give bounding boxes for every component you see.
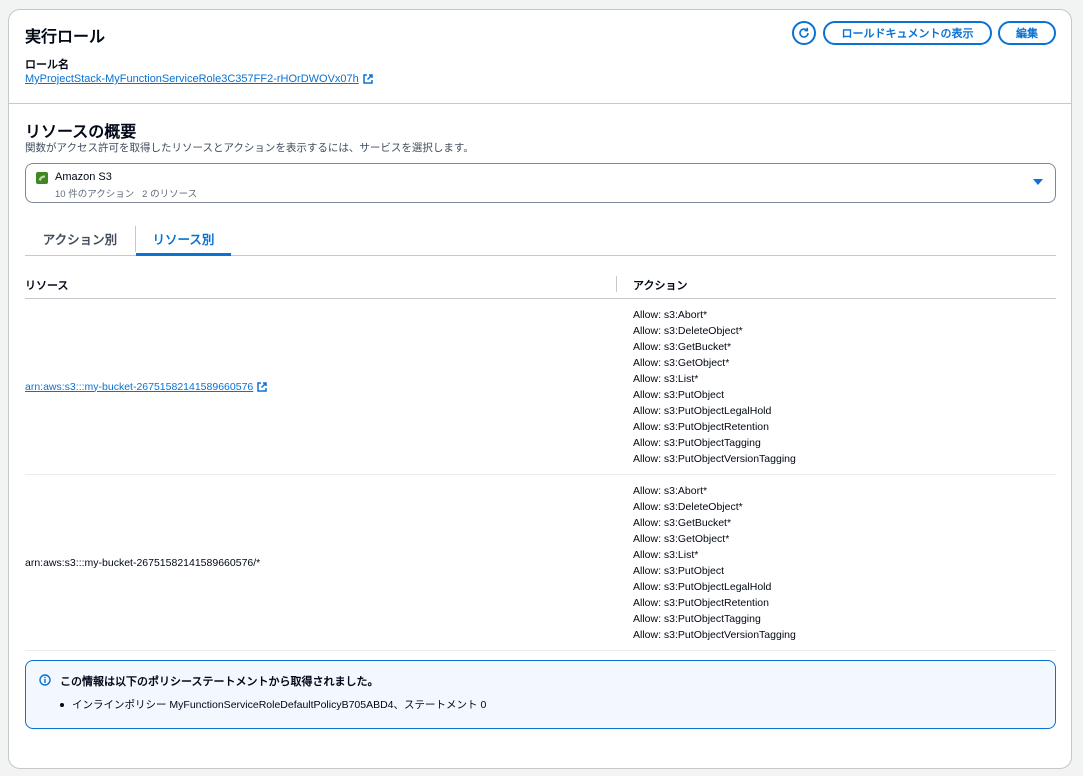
info-icon (39, 674, 51, 686)
resources-table: リソース アクション arn:aws:s3:::my-bucket-267515… (25, 268, 1056, 651)
view-tabs: アクション別 リソース別 (25, 222, 1056, 256)
action-item: Allow: s3:PutObject (633, 389, 725, 401)
resource-cell: arn:aws:s3:::my-bucket-26751582141589660… (25, 475, 260, 650)
action-item: Allow: s3:PutObjectLegalHold (633, 581, 772, 593)
action-item: Allow: s3:GetObject* (633, 533, 730, 545)
action-item: Allow: s3:PutObjectTagging (633, 437, 761, 449)
action-item: Allow: s3:Abort* (633, 309, 708, 321)
action-item: Allow: s3:GetObject* (633, 357, 730, 369)
refresh-icon (799, 27, 809, 38)
policy-statement-item: インラインポリシー MyFunctionServiceRoleDefaultPo… (60, 697, 486, 712)
resource-summary-description: 関数がアクセス許可を取得したリソースとアクションを表示するには、サービスを選択し… (25, 142, 474, 154)
amazon-s3-icon (36, 172, 48, 184)
edit-button[interactable]: 編集 (998, 21, 1056, 45)
action-item: Allow: s3:Abort* (633, 485, 708, 497)
table-row: arn:aws:s3:::my-bucket-26751582141589660… (25, 475, 1056, 651)
role-name-label: ロール名 (25, 59, 69, 71)
execution-role-card: 実行ロール ロール名 MyProjectStack-MyFunctionServ… (8, 9, 1072, 769)
action-item: Allow: s3:DeleteObject* (633, 325, 743, 337)
actions-list: Allow: s3:Abort* Allow: s3:DeleteObject*… (633, 307, 796, 467)
info-title: この情報は以下のポリシーステートメントから取得されました。 (60, 676, 379, 688)
action-item: Allow: s3:List* (633, 373, 699, 385)
column-divider[interactable] (616, 276, 617, 292)
action-item: Allow: s3:GetBucket* (633, 517, 732, 529)
role-name-link[interactable]: MyProjectStack-MyFunctionServiceRole3C35… (25, 73, 373, 85)
resource-arn: arn:aws:s3:::my-bucket-26751582141589660… (25, 380, 254, 393)
bullet (60, 702, 64, 707)
action-item: Allow: s3:PutObjectVersionTagging (633, 629, 796, 641)
page-title: 実行ロール (25, 29, 106, 46)
service-select[interactable]: Amazon S3 10 件のアクション 2 のリソース (25, 163, 1056, 203)
action-item: Allow: s3:DeleteObject* (633, 501, 743, 513)
action-item: Allow: s3:PutObjectVersionTagging (633, 453, 796, 465)
role-name-text: MyProjectStack-MyFunctionServiceRole3C35… (25, 73, 359, 85)
resource-summary-title: リソースの概要 (25, 124, 137, 141)
action-item: Allow: s3:List* (633, 549, 699, 561)
action-item: Allow: s3:PutObjectRetention (633, 421, 769, 433)
table-header: リソース アクション (25, 268, 1056, 299)
external-link-icon (257, 381, 267, 392)
service-summary-counts: 10 件のアクション 2 のリソース (55, 189, 198, 200)
selected-service: Amazon S3 (55, 171, 112, 183)
column-header-resource: リソース (25, 280, 69, 292)
tab-by-action[interactable]: アクション別 (25, 222, 135, 255)
action-item: Allow: s3:PutObjectRetention (633, 597, 769, 609)
caret-down-icon (1033, 179, 1043, 185)
action-item: Allow: s3:PutObject (633, 565, 725, 577)
action-item: Allow: s3:GetBucket* (633, 341, 732, 353)
action-item: Allow: s3:PutObjectTagging (633, 613, 761, 625)
policy-statement-text: インラインポリシー MyFunctionServiceRoleDefaultPo… (72, 699, 487, 711)
column-header-action: アクション (633, 280, 688, 292)
execution-role-header: 実行ロール ロール名 MyProjectStack-MyFunctionServ… (9, 10, 1071, 104)
resource-arn: arn:aws:s3:::my-bucket-26751582141589660… (25, 556, 261, 569)
resource-link[interactable]: arn:aws:s3:::my-bucket-26751582141589660… (25, 381, 267, 393)
refresh-button[interactable] (792, 21, 816, 45)
view-role-document-button[interactable]: ロールドキュメントの表示 (823, 21, 992, 45)
action-item: Allow: s3:PutObjectLegalHold (633, 405, 772, 417)
actions-list: Allow: s3:Abort* Allow: s3:DeleteObject*… (633, 483, 796, 643)
table-row: arn:aws:s3:::my-bucket-26751582141589660… (25, 299, 1056, 475)
info-alert: この情報は以下のポリシーステートメントから取得されました。 インラインポリシー … (25, 660, 1056, 729)
external-link-icon (363, 74, 373, 84)
tab-by-resource[interactable]: リソース別 (136, 222, 231, 255)
resource-cell: arn:aws:s3:::my-bucket-26751582141589660… (25, 299, 267, 474)
active-tab-indicator (136, 253, 231, 256)
